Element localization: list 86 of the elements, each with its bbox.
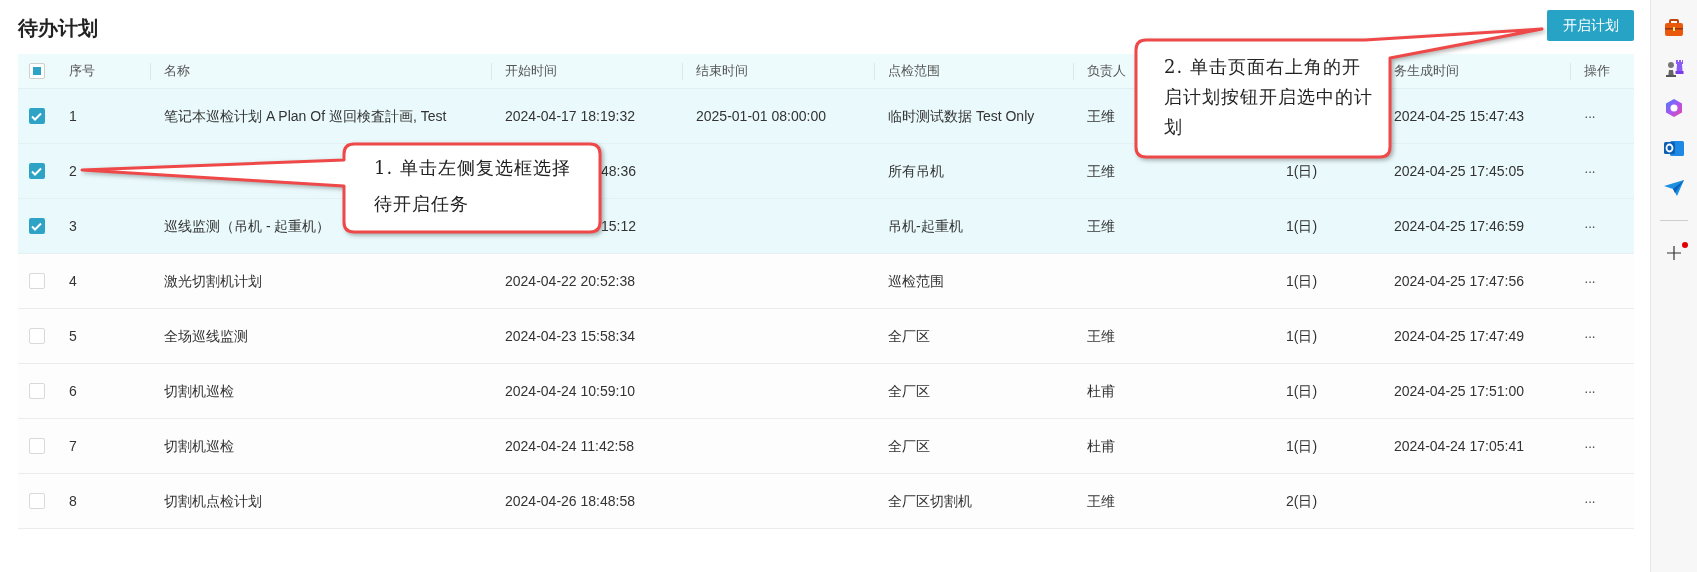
table-cell: 2024-04-26 18:48:58 xyxy=(505,493,635,509)
table-cell: 1(日) xyxy=(1286,273,1318,289)
table-cell: 2 xyxy=(69,163,77,179)
table-cell: 1(日) xyxy=(1286,383,1318,399)
table-cell: 2(日) xyxy=(1286,493,1318,509)
checkbox[interactable] xyxy=(28,63,45,79)
more-actions-button[interactable]: ··· xyxy=(1584,438,1595,454)
table-cell: 5 xyxy=(69,328,77,344)
table-cell: 巡线监测（吊机 - 起重机） xyxy=(164,218,331,234)
more-actions-button[interactable]: ··· xyxy=(1584,273,1595,289)
table-cell: 吊机-起重机 xyxy=(888,218,963,234)
table-cell: 1 xyxy=(69,108,77,124)
checkbox[interactable] xyxy=(28,383,45,399)
table-cell: 2024-04-25 17:46:59 xyxy=(1394,218,1524,234)
table-cell: 所有吊机 xyxy=(888,163,944,179)
callout-text: 1. 单击左侧复选框选择待开启任务 xyxy=(374,156,572,216)
checkbox[interactable] xyxy=(28,438,45,454)
more-actions-button[interactable]: ··· xyxy=(1584,108,1595,124)
table-cell: 2024-04-24 10:59:10 xyxy=(505,383,635,399)
table-cell: 全厂区 xyxy=(888,438,930,454)
table-cell: 切割机巡检 xyxy=(164,438,234,454)
more-actions-button[interactable]: ··· xyxy=(1584,218,1595,234)
table-cell: 全厂区切割机 xyxy=(888,493,972,509)
table-cell: 全厂区 xyxy=(888,328,930,344)
copilot-icon[interactable] xyxy=(1664,98,1684,118)
table-cell: 全场巡线监测 xyxy=(164,328,248,344)
checkbox[interactable] xyxy=(28,218,45,234)
table-cell: 2025-01-01 08:00:00 xyxy=(696,108,826,124)
checkbox[interactable] xyxy=(28,163,45,179)
table-cell: 4 xyxy=(69,273,77,289)
table-cell: 15:12 xyxy=(601,218,637,234)
table-cell: 8 xyxy=(69,493,77,509)
table-cell: 临时测试数据 Test Only xyxy=(888,108,1035,124)
chess-pieces-icon[interactable] xyxy=(1664,58,1684,78)
paper-plane-icon[interactable] xyxy=(1663,179,1685,197)
table-cell: 1(日) xyxy=(1286,218,1318,234)
table-cell: 王维 xyxy=(1087,493,1115,509)
table-cell: 2024-04-25 17:45:05 xyxy=(1394,163,1524,179)
table-cell: 1(日) xyxy=(1286,438,1318,454)
table-cell: 全厂区 xyxy=(888,383,930,399)
more-actions-button[interactable]: ··· xyxy=(1584,493,1595,509)
more-actions-button[interactable]: ··· xyxy=(1584,328,1595,344)
callout-text: 2. 单击页面右上角的开启计划按钮开启选中的计划 xyxy=(1164,55,1374,139)
table-cell: 2024-04-25 17:47:56 xyxy=(1394,273,1524,289)
table-cell: 王维 xyxy=(1087,108,1115,124)
more-actions-button[interactable]: ··· xyxy=(1584,383,1595,399)
table-cell: 7 xyxy=(69,438,77,454)
more-actions-button[interactable]: ··· xyxy=(1584,163,1595,179)
table-cell: 2024-04-17 18:19:32 xyxy=(505,108,635,124)
checkbox[interactable] xyxy=(28,108,45,124)
column-header: 点检范围 xyxy=(888,62,940,81)
table-cell: 激光切割机计划 xyxy=(164,273,262,289)
checkbox[interactable] xyxy=(28,328,45,344)
table-cell: 杜甫 xyxy=(1087,383,1115,399)
table-cell: 6 xyxy=(69,383,77,399)
column-header: 序号 xyxy=(69,62,95,81)
page-title: 待办计划 xyxy=(18,16,98,41)
table-cell: 3 xyxy=(69,218,77,234)
table-cell: 王维 xyxy=(1087,328,1115,344)
table-cell: 1(日) xyxy=(1286,328,1318,344)
table-cell: 2024-04-25 17:51:00 xyxy=(1394,383,1524,399)
table-cell: 王维 xyxy=(1087,218,1115,234)
table-cell: 2024-04-23 15:58:34 xyxy=(505,328,635,344)
table-cell: 2024-04-25 15:47:43 xyxy=(1394,108,1524,124)
table-cell: 2024-04-22 20:52:38 xyxy=(505,273,635,289)
table-cell: 笔记本巡检计划 A Plan Of 巡回検査計画, Test xyxy=(164,108,447,124)
add-icon[interactable] xyxy=(1667,246,1681,260)
table-cell: 2024-04-24 17:05:41 xyxy=(1394,438,1524,454)
table-cell: 王维 xyxy=(1087,163,1115,179)
table-cell: 杜甫 xyxy=(1087,438,1115,454)
column-header: 务生成时间 xyxy=(1394,62,1459,81)
checkbox[interactable] xyxy=(28,273,45,289)
table-cell: 切割机巡检 xyxy=(164,383,234,399)
column-header: 结束时间 xyxy=(696,62,748,81)
outlook-icon[interactable] xyxy=(1663,138,1685,158)
column-header: 名称 xyxy=(164,62,190,81)
table-cell: 切割机点检计划 xyxy=(164,493,262,509)
toolbox-icon[interactable] xyxy=(1664,19,1684,37)
table-cell: 巡检范围 xyxy=(888,273,944,289)
column-header: 负责人 xyxy=(1087,62,1126,81)
checkbox[interactable] xyxy=(28,493,45,509)
table-cell: 1(日) xyxy=(1286,163,1318,179)
table-cell: 2024-04-24 11:42:58 xyxy=(505,438,634,454)
column-header: 操作 xyxy=(1584,62,1610,81)
column-header: 开始时间 xyxy=(505,62,557,81)
table-cell: 2024-04-25 17:47:49 xyxy=(1394,328,1524,344)
